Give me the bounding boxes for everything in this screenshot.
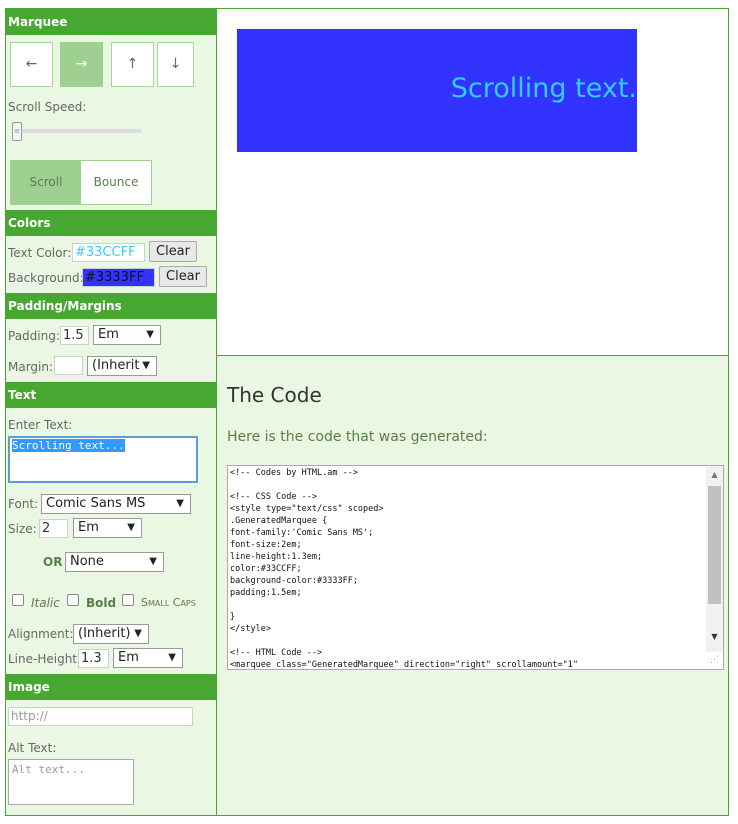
scroll-speed-slider-handle[interactable]: ≡ — [12, 122, 22, 141]
chevron-down-icon: ▼ — [142, 360, 150, 371]
scroll-speed-track[interactable] — [12, 129, 142, 133]
padding-input[interactable]: 1.5 — [60, 326, 89, 345]
alt-text-label: Alt Text: — [8, 741, 57, 755]
bounce-mode-button[interactable]: Bounce — [80, 160, 152, 205]
chevron-down-icon: ▼ — [149, 556, 157, 567]
text-color-input[interactable]: #33CCFF — [72, 243, 145, 262]
chevron-down-icon: ▼ — [134, 628, 142, 639]
direction-up-button[interactable]: ↑ — [111, 42, 154, 87]
background-color-input[interactable]: #3333FF — [82, 268, 155, 287]
code-heading: The Code — [227, 383, 322, 407]
bold-checkbox[interactable] — [67, 594, 79, 606]
scroll-speed-label: Scroll Speed: — [8, 100, 87, 114]
bold-label: Bold — [86, 596, 117, 610]
scrollbar-thumb[interactable] — [708, 486, 721, 604]
direction-down-button[interactable]: ↓ — [157, 42, 194, 87]
small-caps-label: Small Caps — [141, 596, 196, 609]
size-unit-value: Em — [78, 520, 99, 535]
resize-grip-icon[interactable]: ⋰ — [706, 652, 723, 669]
marquee-preview-text: Scrolling text. — [450, 73, 637, 104]
line-height-label: Line-Height: — [8, 652, 82, 666]
text-color-label: Text Color: — [8, 246, 72, 260]
margin-input[interactable] — [54, 356, 83, 375]
text-section-header: Text — [6, 382, 216, 408]
settings-sidebar: Marquee ← → ↑ ↓ Scroll Speed: ≡ Scroll B… — [5, 8, 216, 816]
margin-label: Margin: — [8, 360, 54, 374]
padding-section-header: Padding/Margins — [6, 293, 216, 319]
direction-right-button[interactable]: → — [60, 42, 103, 87]
line-height-unit-select[interactable]: Em ▼ — [113, 648, 183, 668]
font-size-keyword-value: None — [70, 554, 104, 569]
scroll-up-icon[interactable]: ▲ — [706, 466, 723, 483]
italic-checkbox[interactable] — [12, 594, 24, 606]
colors-section-header: Colors — [6, 210, 216, 236]
enter-text-selection: Scrolling text... — [12, 439, 125, 452]
marquee-section-header: Marquee — [6, 9, 216, 35]
small-caps-checkbox[interactable] — [122, 594, 134, 606]
chevron-down-icon: ▼ — [146, 329, 154, 340]
or-label: OR — [43, 555, 63, 569]
margin-unit-value: (Inherit — [92, 358, 140, 373]
line-height-unit-value: Em — [118, 650, 139, 665]
code-subheading: Here is the code that was generated: — [227, 429, 488, 445]
line-height-input[interactable]: 1.3 — [78, 649, 109, 668]
padding-label: Padding: — [8, 329, 60, 343]
alignment-value: (Inherit) — [78, 626, 131, 641]
scroll-down-icon[interactable]: ▼ — [706, 628, 723, 645]
image-url-input[interactable]: http:// — [8, 707, 193, 726]
scroll-mode-button[interactable]: Scroll — [10, 160, 82, 205]
text-color-clear-button[interactable]: Clear — [149, 241, 197, 262]
padding-unit-value: Em — [98, 327, 119, 342]
background-color-clear-button[interactable]: Clear — [159, 266, 207, 287]
chevron-down-icon: ▼ — [168, 652, 176, 663]
enter-text-label: Enter Text: — [8, 418, 73, 432]
direction-left-button[interactable]: ← — [10, 42, 53, 87]
size-label: Size: — [8, 522, 37, 536]
chevron-down-icon: ▼ — [176, 498, 184, 509]
generated-code: <!-- Codes by HTML.am --> <!-- CSS Code … — [230, 468, 578, 670]
marquee-preview-panel: Scrolling text. — [216, 8, 729, 356]
background-color-label: Background: — [8, 271, 84, 285]
size-unit-select[interactable]: Em ▼ — [73, 518, 142, 538]
code-scrollbar[interactable]: ▲ ▼ ⋰ — [706, 466, 723, 669]
font-value: Comic Sans MS — [46, 496, 146, 511]
size-input[interactable]: 2 — [39, 519, 68, 538]
enter-text-textarea[interactable]: Scrolling text... — [8, 436, 198, 483]
margin-unit-select[interactable]: (Inherit ▼ — [87, 356, 157, 376]
chevron-down-icon: ▼ — [127, 522, 135, 533]
alt-text-textarea[interactable]: Alt text... — [8, 759, 134, 805]
alignment-label: Alignment: — [8, 627, 74, 641]
padding-unit-select[interactable]: Em ▼ — [93, 325, 161, 345]
image-section-header: Image — [6, 674, 216, 700]
marquee-preview: Scrolling text. — [237, 29, 637, 152]
font-size-keyword-select[interactable]: None ▼ — [65, 552, 164, 572]
italic-label: Italic — [31, 596, 60, 610]
font-label: Font: — [8, 497, 39, 511]
generated-code-textarea[interactable]: <!-- Codes by HTML.am --> <!-- CSS Code … — [227, 465, 724, 670]
alignment-select[interactable]: (Inherit) ▼ — [73, 624, 149, 644]
font-select[interactable]: Comic Sans MS ▼ — [41, 494, 191, 514]
code-panel: The Code Here is the code that was gener… — [216, 355, 729, 816]
